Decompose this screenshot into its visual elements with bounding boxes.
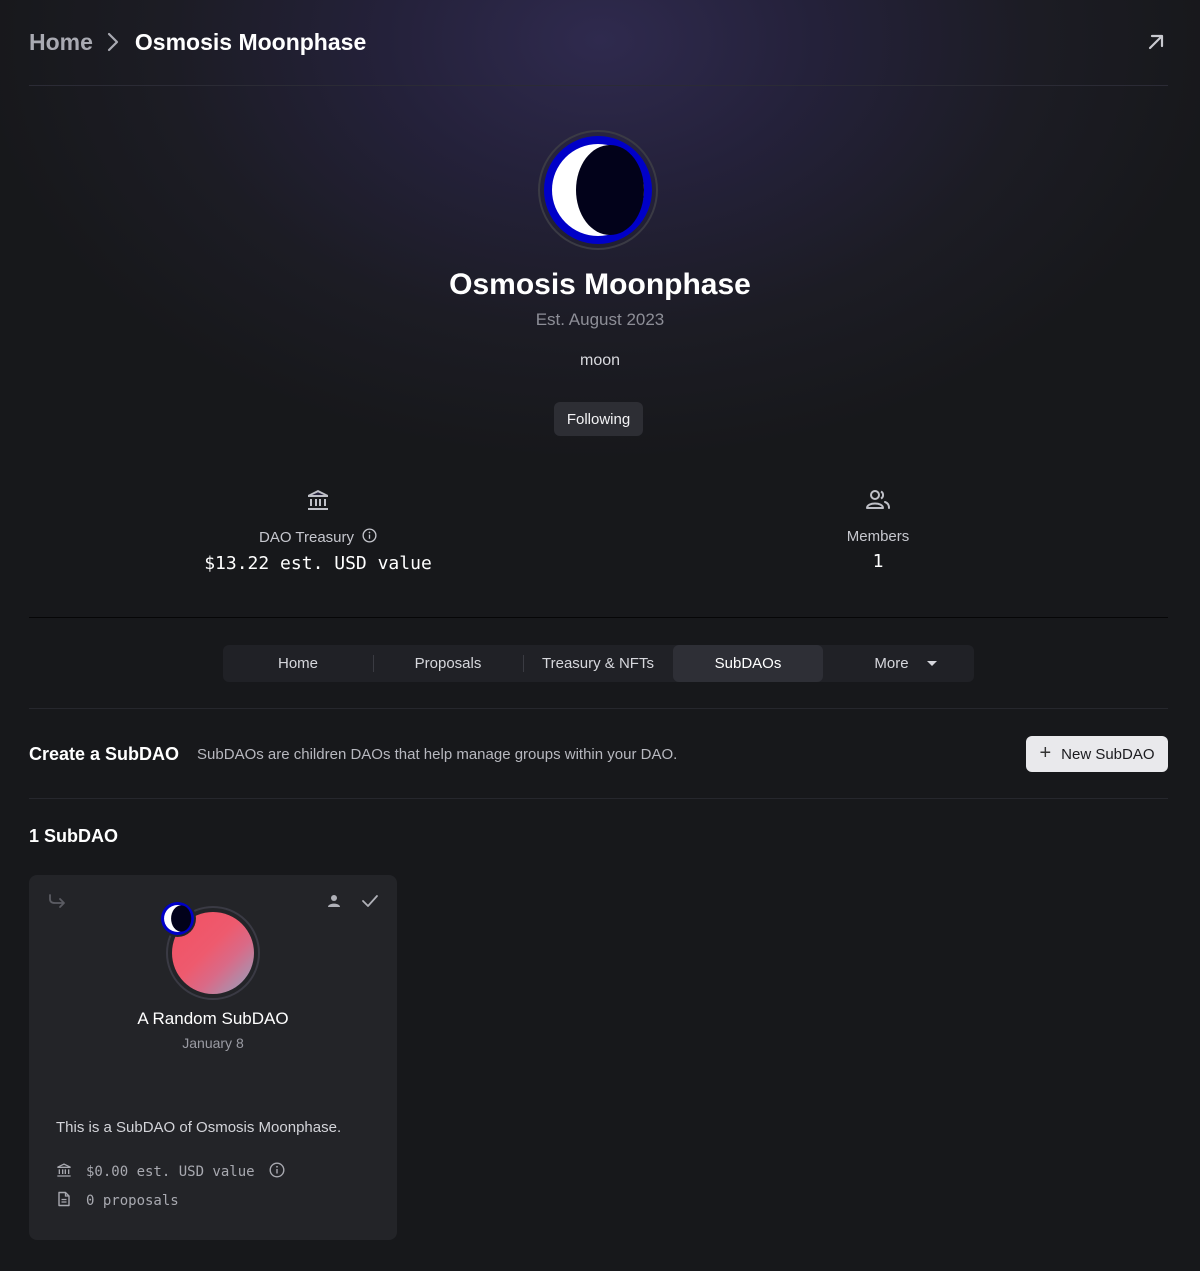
breadcrumb: Home Osmosis Moonphase — [29, 26, 1168, 58]
subdao-card[interactable]: A Random SubDAO January 8 This is a SubD… — [29, 875, 397, 1240]
moon-logo-icon — [544, 136, 652, 244]
divider — [29, 85, 1168, 86]
bank-icon — [56, 1162, 72, 1182]
tab-home[interactable]: Home — [223, 645, 373, 682]
subdao-treasury-row: $0.00 est. USD value — [56, 1162, 285, 1182]
chevron-right-icon — [107, 32, 121, 52]
subdao-description: This is a SubDAO of Osmosis Moonphase. — [56, 1119, 342, 1136]
treasury-stat: DAO Treasury $13.22 est. USD value — [168, 485, 468, 574]
info-icon[interactable] — [269, 1162, 285, 1182]
breadcrumb-home-link[interactable]: Home — [29, 29, 93, 56]
divider — [29, 798, 1168, 799]
subdao-proposals-count: 0 proposals — [86, 1193, 179, 1209]
tab-treasury-nfts[interactable]: Treasury & NFTs — [523, 645, 673, 682]
chevron-down-icon — [926, 661, 937, 666]
members-label: Members — [846, 528, 910, 545]
create-subdao-description: SubDAOs are children DAOs that help mana… — [197, 745, 678, 763]
info-icon[interactable] — [362, 528, 377, 547]
subdao-proposals-row: 0 proposals — [56, 1191, 179, 1211]
tab-subdaos[interactable]: SubDAOs — [673, 645, 823, 682]
treasury-label: DAO Treasury — [258, 529, 355, 546]
dao-established: Est. August 2023 — [535, 310, 665, 329]
subdao-name: A Random SubDAO — [137, 1009, 289, 1028]
external-link-icon[interactable] — [1144, 30, 1168, 54]
dao-description: moon — [579, 352, 621, 369]
check-icon[interactable] — [361, 894, 379, 908]
person-icon[interactable] — [327, 894, 341, 908]
members-value: 1 — [872, 551, 884, 572]
subdao-arrow-icon — [47, 893, 67, 909]
new-subdao-button[interactable]: + New SubDAO — [1026, 736, 1168, 772]
bank-icon — [168, 485, 468, 515]
treasury-value: $13.22 est. USD value — [204, 553, 432, 574]
treasury-label-row: DAO Treasury — [168, 528, 468, 547]
create-subdao-title: Create a SubDAO — [29, 743, 180, 764]
document-icon — [56, 1191, 72, 1211]
subdao-date: January 8 — [182, 1035, 244, 1051]
dao-avatar — [538, 130, 658, 250]
page: Home Osmosis Moonphase Osmosis Moonphase… — [0, 0, 1200, 1271]
breadcrumb-current: Osmosis Moonphase — [134, 28, 367, 55]
create-subdao-row: Create a SubDAO SubDAOs are children DAO… — [29, 736, 1168, 772]
parent-dao-badge — [159, 900, 196, 937]
divider — [29, 617, 1168, 618]
subdao-treasury-value: $0.00 est. USD value — [86, 1164, 255, 1180]
new-subdao-label: New SubDAO — [1061, 745, 1155, 763]
members-stat: Members 1 — [778, 485, 978, 572]
tab-bar: Home Proposals Treasury & NFTs SubDAOs M… — [223, 645, 974, 682]
people-icon — [778, 485, 978, 515]
moon-logo-icon — [161, 902, 194, 935]
tab-proposals[interactable]: Proposals — [373, 645, 523, 682]
dao-name: Osmosis Moonphase — [449, 268, 751, 301]
divider — [29, 708, 1168, 709]
tab-more[interactable]: More — [823, 645, 974, 682]
subdao-count: 1 SubDAO — [29, 826, 119, 846]
following-button[interactable]: Following — [554, 402, 643, 436]
tab-more-label: More — [874, 655, 909, 672]
plus-icon: + — [1039, 742, 1052, 764]
